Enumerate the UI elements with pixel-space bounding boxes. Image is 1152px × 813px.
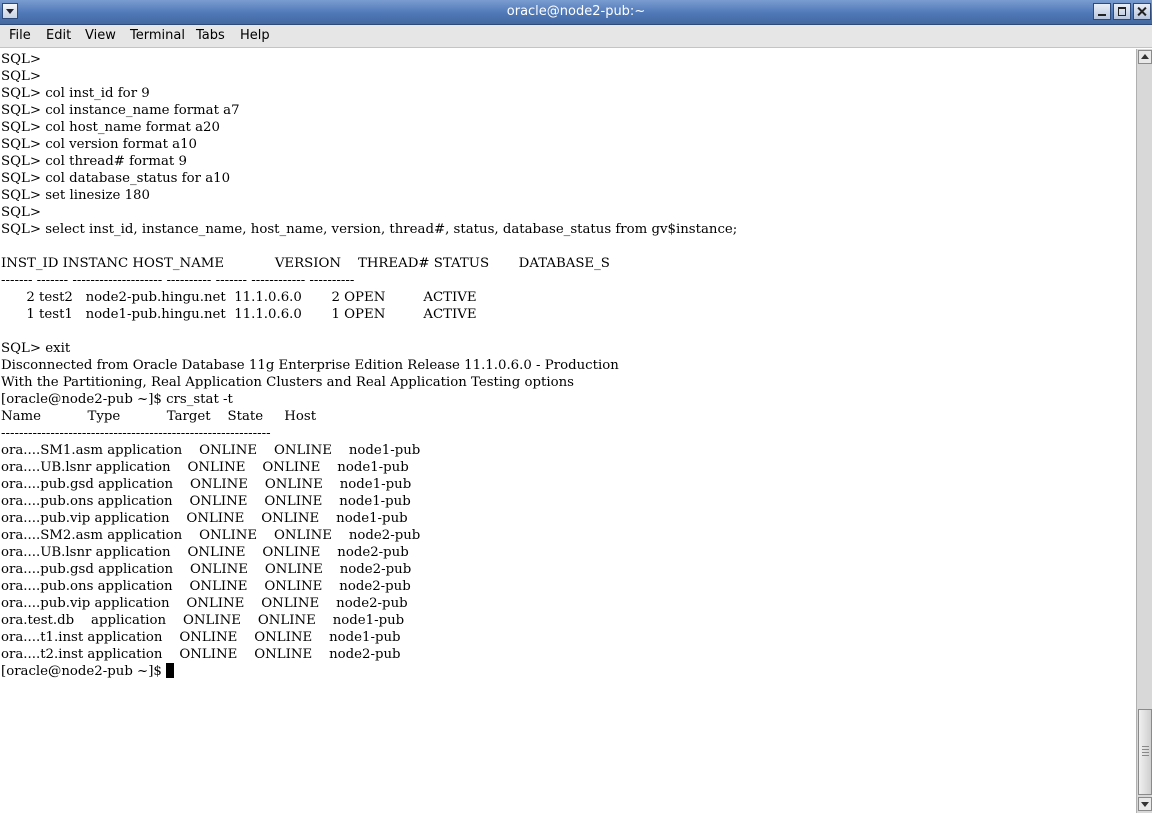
menu-bar: File Edit View Terminal Tabs Help [0, 25, 1152, 48]
terminal-line: SQL> set linesize 180 [1, 188, 150, 203]
terminal-line: ora....t1.inst application ONLINE ONLINE… [1, 630, 401, 645]
scroll-up-icon[interactable] [1138, 50, 1152, 64]
menu-view[interactable]: View [85, 28, 116, 43]
terminal-line: SQL> exit [1, 341, 71, 356]
maximize-icon[interactable] [1113, 3, 1131, 20]
terminal-line: ora....pub.vip application ONLINE ONLINE… [1, 511, 408, 526]
close-icon[interactable] [1133, 3, 1151, 20]
terminal-line: ora.test.db application ONLINE ONLINE no… [1, 613, 405, 628]
terminal-line: ora....UB.lsnr application ONLINE ONLINE… [1, 460, 409, 475]
terminal-line: SQL> col version format a10 [1, 137, 197, 152]
terminal-line: ------- ------- -------------------- ---… [1, 273, 355, 288]
terminal-line: SQL> select inst_id, instance_name, host… [1, 222, 738, 237]
terminal-line: ora....pub.gsd application ONLINE ONLINE… [1, 477, 412, 492]
menu-tabs[interactable]: Tabs [196, 28, 225, 43]
terminal-line: ora....pub.ons application ONLINE ONLINE… [1, 579, 411, 594]
menu-terminal[interactable]: Terminal [130, 28, 185, 43]
terminal-line: SQL> [1, 52, 41, 67]
grip-icon [1142, 746, 1149, 756]
terminal-prompt: [oracle@node2-pub ~]$ [1, 664, 167, 679]
terminal-line: SQL> col thread# format 9 [1, 154, 187, 169]
terminal-line: SQL> col instance_name format a7 [1, 103, 240, 118]
window-title: oracle@node2-pub:~ [506, 4, 646, 19]
terminal-prompt-line: [oracle@node2-pub ~]$ [1, 663, 1136, 680]
terminal-line: ora....UB.lsnr application ONLINE ONLINE… [1, 545, 409, 560]
terminal-area[interactable]: SQL> SQL> SQL> col inst_id for 9 SQL> col i… [0, 49, 1136, 813]
terminal-line: ora....SM1.asm application ONLINE ONLINE… [1, 443, 421, 458]
terminal-line: Disconnected from Oracle Database 11g En… [1, 358, 619, 373]
menu-edit[interactable]: Edit [46, 28, 71, 43]
terminal-line: ora....pub.ons application ONLINE ONLINE… [1, 494, 411, 509]
scroll-down-icon[interactable] [1138, 797, 1152, 811]
terminal-line: SQL> [1, 69, 41, 84]
scrollbar-thumb[interactable] [1138, 709, 1152, 795]
terminal-line: ora....SM2.asm application ONLINE ONLINE… [1, 528, 421, 543]
terminal-line: INST_ID INSTANC HOST_NAME VERSION THREAD… [1, 256, 610, 271]
terminal-line: SQL> col host_name format a20 [1, 120, 220, 135]
menu-help[interactable]: Help [240, 28, 270, 43]
terminal-line: SQL> col database_status for a10 [1, 171, 231, 186]
terminal-line: SQL> col inst_id for 9 [1, 86, 150, 101]
vertical-scrollbar[interactable] [1136, 49, 1152, 813]
title-bar[interactable]: oracle@node2-pub:~ [0, 0, 1152, 25]
terminal-line: ora....t2.inst application ONLINE ONLINE… [1, 647, 401, 662]
terminal-line: ----------------------------------------… [1, 426, 271, 441]
terminal-line: 1 test1 node1-pub.hingu.net 11.1.0.6.0 1… [1, 307, 477, 322]
text-cursor [166, 663, 175, 678]
terminal-line: [oracle@node2-pub ~]$ crs_stat -t [1, 392, 233, 407]
terminal-line: Name Type Target State Host [1, 409, 317, 424]
terminal-line: With the Partitioning, Real Application … [1, 375, 574, 390]
terminal-line: 2 test2 node2-pub.hingu.net 11.1.0.6.0 2… [1, 290, 477, 305]
terminal-line: ora....pub.gsd application ONLINE ONLINE… [1, 562, 412, 577]
terminal-line: ora....pub.vip application ONLINE ONLINE… [1, 596, 408, 611]
terminal-output: SQL> SQL> SQL> col inst_id for 9 SQL> col i… [0, 49, 1136, 680]
minimize-icon[interactable] [1093, 3, 1111, 20]
menu-file[interactable]: File [9, 28, 31, 43]
terminal-line: SQL> [1, 205, 41, 220]
